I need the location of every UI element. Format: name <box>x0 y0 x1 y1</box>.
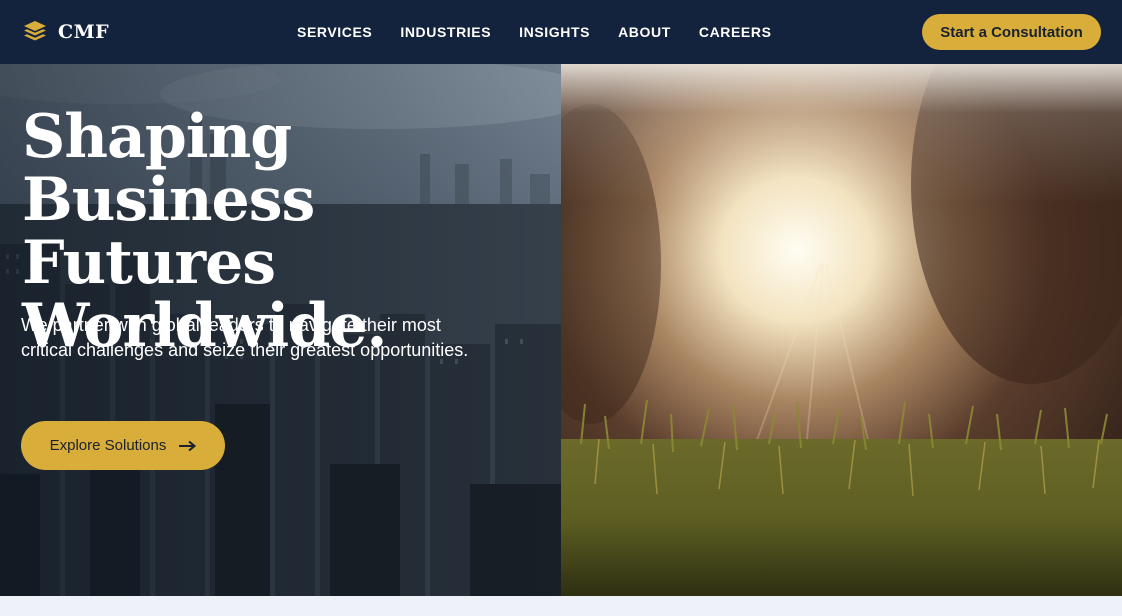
layers-icon <box>24 21 46 41</box>
nav-link-careers[interactable]: CAREERS <box>699 23 772 41</box>
arrow-right-icon <box>179 440 197 451</box>
top-navbar: CMF SERVICES INDUSTRIES INSIGHTS ABOUT C… <box>0 0 1122 64</box>
start-consultation-button[interactable]: Start a Consultation <box>922 14 1101 50</box>
explore-solutions-button[interactable]: Explore Solutions <box>21 421 225 470</box>
explore-solutions-label: Explore Solutions <box>49 437 167 454</box>
hero-section: Shaping Business Futures Worldwide. We p… <box>0 64 1122 596</box>
nav-link-services[interactable]: SERVICES <box>297 23 372 41</box>
nav-link-about[interactable]: ABOUT <box>618 23 671 41</box>
brand-name: CMF <box>58 21 110 43</box>
nav-link-industries[interactable]: INDUSTRIES <box>400 23 491 41</box>
hero-title-line-2: Business Futures <box>22 165 315 298</box>
sunlit-grass-image <box>561 64 1122 596</box>
main-nav: SERVICES INDUSTRIES INSIGHTS ABOUT CAREE… <box>297 23 800 41</box>
brand[interactable]: CMF <box>22 19 109 45</box>
hero-title-line-1: Shaping <box>22 102 292 172</box>
nav-link-insights[interactable]: INSIGHTS <box>519 23 590 41</box>
next-section-strip <box>0 596 1122 616</box>
hero-subtitle: We partner with global leaders to naviga… <box>21 315 469 360</box>
